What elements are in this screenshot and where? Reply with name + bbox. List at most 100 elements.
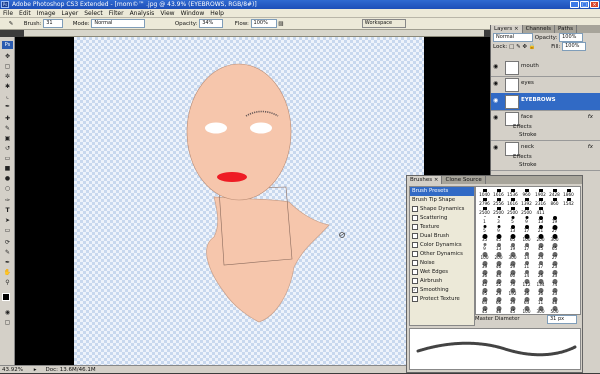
brush-setting-item[interactable]: Brush Tip Shape (410, 196, 474, 205)
brush-tool-icon-toolbox[interactable]: ✎ (2, 125, 13, 133)
brush-preset-cell[interactable]: 2500 (478, 206, 491, 215)
brush-preset-cell[interactable]: 411 (534, 206, 547, 215)
brush-setting-item[interactable]: Brush Presets (410, 187, 474, 196)
brush-preset-cell[interactable]: 100 (520, 305, 533, 314)
brush-preset-cell[interactable]: 36 (520, 287, 533, 296)
brush-preset-cell[interactable]: 17 (520, 224, 533, 233)
blur-tool-icon[interactable]: ● (2, 175, 13, 183)
brush-preset-cell[interactable]: 3 (492, 215, 505, 224)
maximize-button[interactable]: □ (580, 1, 589, 8)
airbrush-icon[interactable]: ▨ (278, 18, 288, 30)
menu-select[interactable]: Select (81, 9, 106, 17)
layer-row-eyes[interactable]: ◉ eyes (491, 76, 600, 94)
brush-preset-cell[interactable]: 33 (548, 287, 561, 296)
setting-checkbox[interactable] (412, 241, 418, 248)
brush-preset-cell[interactable]: 1040 (478, 188, 491, 197)
visibility-eye-icon[interactable]: ◉ (493, 81, 500, 87)
menu-image[interactable]: Image (34, 9, 59, 17)
brush-preset-cell[interactable]: 39 (506, 296, 519, 305)
flow-input[interactable]: 100% (250, 19, 277, 28)
brush-setting-item[interactable]: Airbrush (410, 277, 474, 286)
minimize-button[interactable]: _ (570, 1, 579, 8)
menu-filter[interactable]: Filter (106, 9, 127, 17)
document-canvas[interactable] (74, 37, 424, 367)
tab-layers[interactable]: Layers × (491, 25, 523, 33)
blend-mode-select[interactable]: Normal (493, 33, 533, 42)
brush-tool-icon[interactable]: ✎ (0, 18, 22, 30)
type-tool-icon[interactable]: T (2, 207, 13, 215)
layer-row-eyebrows[interactable]: ◉ EYEBROWS (491, 93, 600, 111)
setting-checkbox[interactable] (412, 268, 418, 275)
history-brush-tool-icon[interactable]: ↺ (2, 145, 13, 153)
brush-preset-cell[interactable]: 192 (506, 287, 519, 296)
master-diameter-input[interactable]: 31 px (547, 315, 577, 324)
brush-preset-cell[interactable]: 19 (506, 242, 519, 251)
brush-preset-cell[interactable]: 13 (534, 215, 547, 224)
dodge-tool-icon[interactable]: ○ (2, 185, 13, 193)
lock-icons[interactable]: □ ✎ ✥ 🔒 (509, 44, 536, 50)
visibility-eye-icon[interactable]: ◉ (493, 64, 500, 70)
brush-setting-item[interactable]: Texture (410, 223, 474, 232)
brush-preset-cell[interactable]: 1902 (534, 188, 547, 197)
tab-clone-source[interactable]: Clone Source (442, 176, 486, 184)
brush-preset-cell[interactable]: 45 (534, 242, 547, 251)
brush-preset-cell[interactable]: 14 (520, 269, 533, 278)
brush-preset-cell[interactable]: 42 (478, 278, 491, 287)
brush-preset-cell[interactable]: 1392 (520, 197, 533, 206)
brush-preset-cell[interactable]: 60 (506, 269, 519, 278)
brush-preset-cell[interactable]: 44 (492, 269, 505, 278)
fill-input[interactable]: 100% (562, 42, 587, 51)
notes-tool-icon[interactable]: ✎ (2, 249, 13, 257)
brush-preset-cell[interactable]: 9 (520, 215, 533, 224)
brush-preset-cell[interactable]: 2428 (548, 188, 561, 197)
brush-preset-cell[interactable]: 1542 (562, 197, 575, 206)
tab-channels[interactable]: Channels (523, 25, 556, 33)
brush-preset-cell[interactable]: 2500 (492, 206, 505, 215)
tab-brushes[interactable]: Brushes × (407, 176, 443, 184)
screen-mode-icon[interactable]: ▢ (2, 319, 13, 327)
marquee-tool-icon[interactable]: ▢ (2, 63, 13, 71)
setting-checkbox[interactable] (412, 205, 418, 212)
brush-preset-cell[interactable]: 1860 (562, 188, 575, 197)
brush-preset-cell[interactable]: 33 (548, 269, 561, 278)
brush-preset-cell[interactable]: 200 (534, 233, 547, 242)
brush-setting-item[interactable]: ✓ Smoothing (410, 286, 474, 295)
slice-tool-icon[interactable]: ✒ (2, 103, 13, 111)
brush-preset-cell[interactable]: 9 (492, 224, 505, 233)
brush-setting-item[interactable]: Dual Brush (410, 232, 474, 241)
brush-preset-cell[interactable]: 21 (534, 224, 547, 233)
brush-preset-cell[interactable]: 1 (478, 215, 491, 224)
move-tool-icon[interactable]: ✥ (2, 53, 13, 61)
opacity-input[interactable]: 34% (199, 19, 224, 28)
workspace-button[interactable]: Workspace (361, 19, 406, 28)
brush-preset-cell[interactable]: 13 (492, 242, 505, 251)
brush-preset-cell[interactable]: 5 (506, 215, 519, 224)
brush-setting-item[interactable]: Wet Edges (410, 268, 474, 277)
brush-preset-cell[interactable]: 860 (548, 197, 561, 206)
close-button[interactable]: × (590, 1, 599, 8)
mode-select[interactable]: Normal (91, 19, 146, 28)
brush-preset-cell[interactable]: 2500 (506, 206, 519, 215)
healing-brush-tool-icon[interactable]: ✚ (2, 115, 13, 123)
brush-setting-item[interactable]: Color Dynamics (410, 241, 474, 250)
setting-checkbox[interactable] (412, 259, 418, 266)
brush-setting-item[interactable]: Noise (410, 259, 474, 268)
brush-preset-cell[interactable]: 63 (478, 296, 491, 305)
setting-checkbox[interactable] (412, 214, 418, 221)
brush-preset-cell[interactable]: 11 (534, 296, 547, 305)
foreground-color-swatch[interactable] (2, 293, 10, 301)
brush-preset-cell[interactable]: 2796 (478, 197, 491, 206)
brush-preset-cell[interactable]: 27 (548, 251, 561, 260)
brush-setting-item[interactable]: Other Dynamics (410, 250, 474, 259)
brush-preset-cell[interactable]: 66 (492, 296, 505, 305)
brush-preset-cell[interactable]: 134 (534, 278, 547, 287)
eyedropper-tool-icon[interactable]: ✒ (2, 259, 13, 267)
setting-checkbox[interactable] (412, 250, 418, 257)
menu-window[interactable]: Window (178, 9, 208, 17)
brush-preset-cell[interactable]: 17 (534, 260, 547, 269)
brush-preset-cell[interactable]: 112 (520, 278, 533, 287)
visibility-eye-icon[interactable]: ◉ (493, 145, 500, 151)
brush-preset-cell[interactable]: 100 (478, 251, 491, 260)
shape-tool-icon[interactable]: ▭ (2, 227, 13, 235)
brush-preset-cell[interactable]: 1616 (492, 188, 505, 197)
